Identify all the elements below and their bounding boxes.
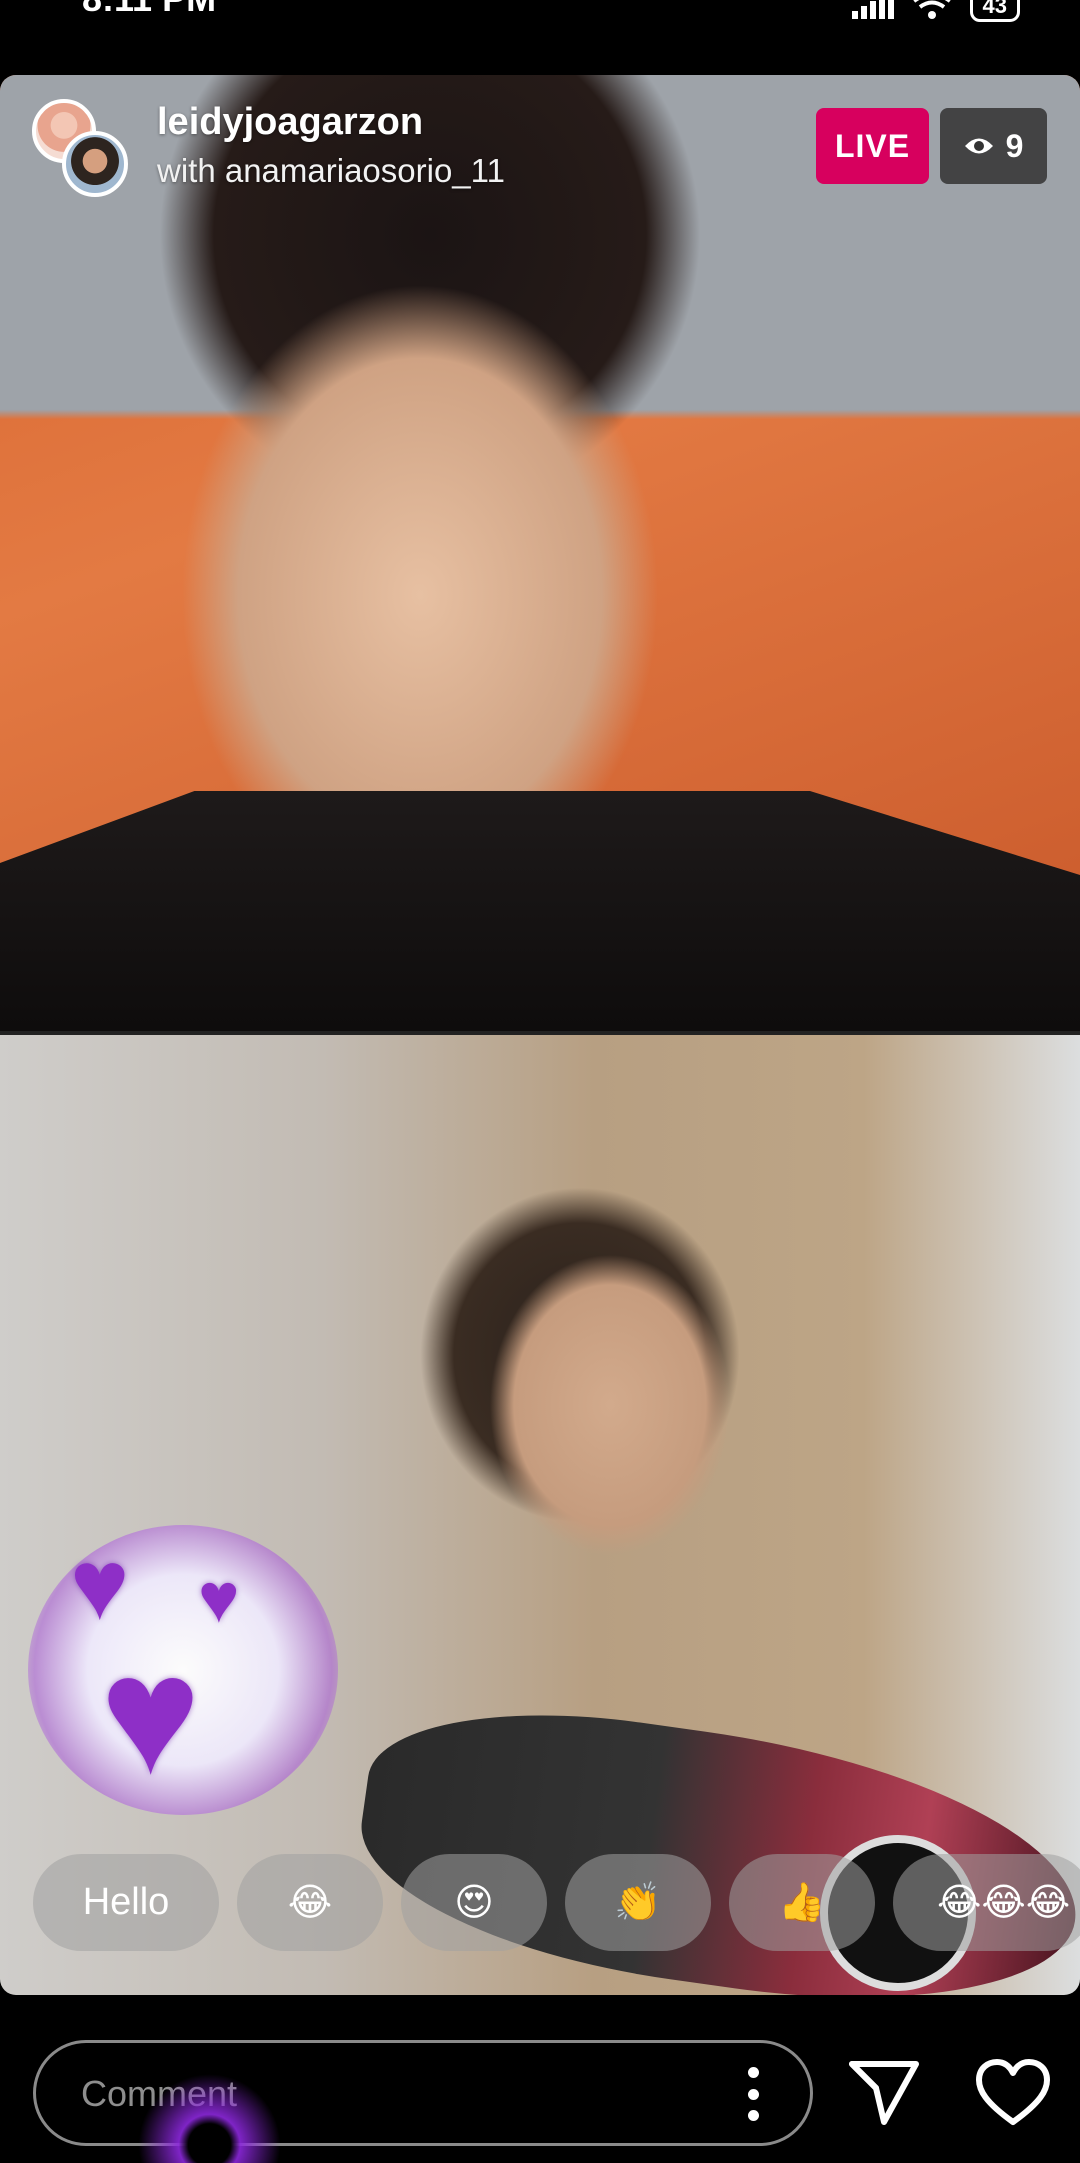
host-username[interactable]: leidyjoagarzon — [157, 101, 423, 144]
quick-reaction-heart-eyes[interactable]: 😍 — [401, 1854, 547, 1951]
guest-username-line[interactable]: with anamariaosorio_11 — [157, 152, 505, 190]
comment-input[interactable]: Comment — [33, 2040, 813, 2163]
eye-icon — [964, 138, 993, 154]
guest-video[interactable] — [0, 1035, 1080, 1995]
quick-reaction-hello[interactable]: Hello — [33, 1854, 219, 1951]
quick-reactions-row: Hello 😂 😍 👏 👍 😂😂😂 — [33, 1854, 1080, 1951]
purple-heart-icon: ♥ — [100, 1620, 201, 1810]
host-video-shoulders — [0, 791, 1080, 1031]
quick-reaction-laugh[interactable]: 😂 — [237, 1854, 383, 1951]
quick-reaction-triple-laugh[interactable]: 😂😂😂 — [893, 1854, 1080, 1951]
viewer-count-badge[interactable]: 9 — [940, 108, 1047, 184]
more-vertical-icon[interactable] — [746, 2067, 760, 2121]
status-bar: 8:11 PM 43 — [0, 0, 1080, 72]
comment-placeholder: Comment — [81, 2073, 238, 2114]
quick-reaction-thumbs-up[interactable]: 👍 — [729, 1854, 875, 1951]
status-time: 8:11 PM — [82, 0, 216, 20]
send-icon[interactable] — [846, 2058, 922, 2128]
live-badge: LIVE — [816, 108, 929, 184]
viewer-count: 9 — [1005, 127, 1024, 164]
battery-icon: 43 — [969, 0, 1020, 22]
quick-reaction-clap[interactable]: 👏 — [565, 1854, 711, 1951]
heart-icon[interactable] — [975, 2058, 1051, 2128]
wifi-icon — [912, 0, 951, 19]
purple-heart-icon: ♥ — [198, 1559, 240, 1637]
status-icons: 43 — [851, 0, 1020, 22]
signal-icon — [851, 0, 894, 19]
host-video[interactable] — [0, 75, 1080, 1031]
guest-avatar[interactable] — [62, 131, 128, 197]
